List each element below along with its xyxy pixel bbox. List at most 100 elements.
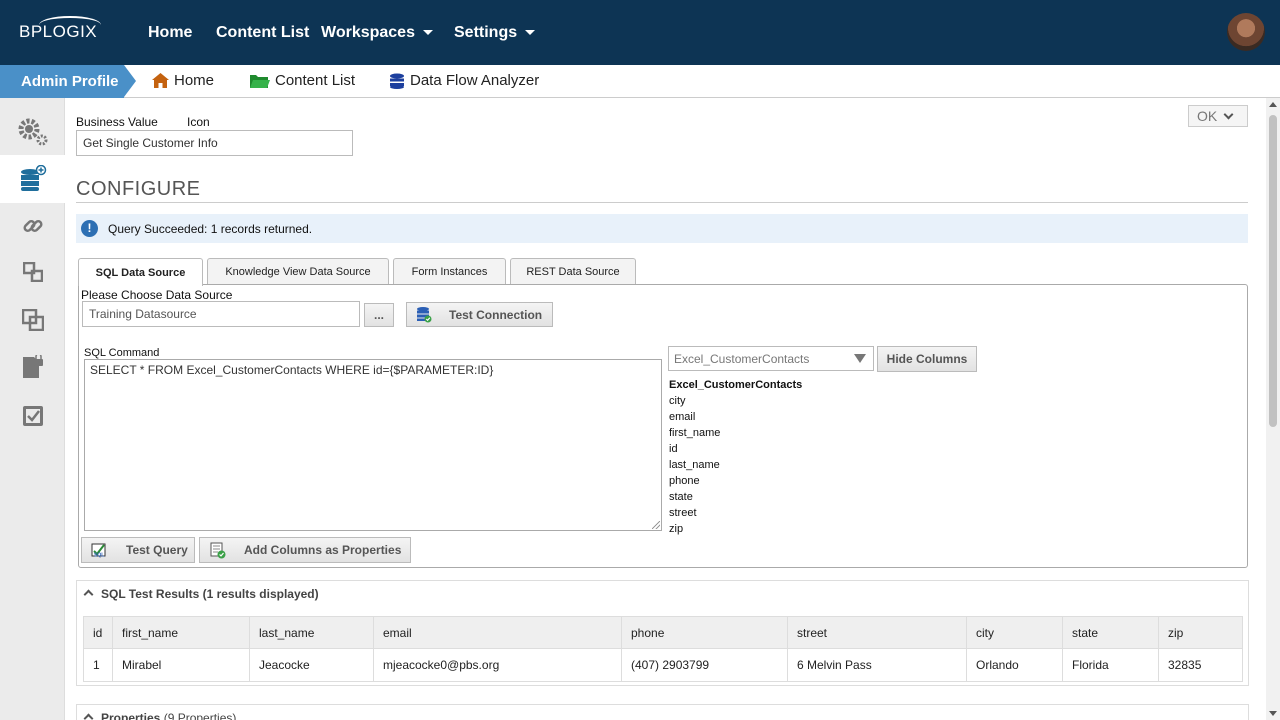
list-item: id bbox=[669, 443, 678, 455]
table-cell: Jeacocke bbox=[249, 648, 374, 682]
alert-text: Query Succeeded: 1 records returned. bbox=[108, 221, 313, 236]
column-header[interactable]: city bbox=[966, 616, 1063, 649]
section-title: CONFIGURE bbox=[76, 178, 201, 200]
table-select[interactable]: Excel_CustomerContacts bbox=[668, 346, 874, 371]
business-value-label: Business Value bbox=[76, 115, 158, 129]
nav-home[interactable]: Home bbox=[148, 24, 192, 42]
column-header[interactable]: first_name bbox=[112, 616, 250, 649]
copy-icon bbox=[21, 309, 44, 331]
sidebar-item-settings[interactable] bbox=[0, 108, 65, 156]
tab-form-instances[interactable]: Form Instances bbox=[393, 258, 506, 285]
sidebar-item-links[interactable] bbox=[0, 202, 65, 250]
chevron-down-icon bbox=[1223, 109, 1234, 120]
divider bbox=[76, 202, 1248, 203]
properties-title[interactable]: Properties (9 Properties) bbox=[101, 711, 236, 720]
list-item: state bbox=[669, 491, 693, 503]
bplogix-logo[interactable]: BPLOGIX bbox=[19, 16, 101, 42]
tab-rest-data-source[interactable]: REST Data Source bbox=[510, 258, 636, 285]
properties-panel: Properties (9 Properties) bbox=[76, 704, 1249, 720]
breadcrumb-data-flow-analyzer[interactable]: Data Flow Analyzer bbox=[389, 72, 539, 89]
chevron-down-icon bbox=[525, 30, 536, 36]
tab-knowledge-view-data-source[interactable]: Knowledge View Data Source bbox=[207, 258, 389, 285]
column-list: Excel_CustomerContacts city email first_… bbox=[669, 377, 802, 537]
datasource-input[interactable]: Training Datasource bbox=[82, 301, 360, 327]
user-avatar[interactable] bbox=[1227, 13, 1265, 51]
scrollbar-thumb[interactable] bbox=[1269, 115, 1277, 427]
info-icon: ! bbox=[81, 220, 98, 237]
test-connection-button[interactable]: Test Connection bbox=[406, 302, 553, 327]
business-value-input[interactable]: Get Single Customer Info bbox=[76, 130, 353, 156]
table-header-row: id first_name last_name email phone stre… bbox=[83, 616, 1243, 649]
table-cell: mjeacocke0@pbs.org bbox=[373, 648, 622, 682]
list-item: email bbox=[669, 411, 696, 423]
vertical-scrollbar[interactable] bbox=[1266, 98, 1280, 720]
test-query-button[interactable]: SQL Test Query bbox=[81, 537, 195, 563]
folder-icon bbox=[250, 75, 270, 88]
resize-handle-icon[interactable] bbox=[652, 521, 660, 529]
table-cell: 1 bbox=[83, 648, 113, 682]
column-list-header: Excel_CustomerContacts bbox=[669, 379, 803, 391]
locked-file-icon bbox=[22, 355, 43, 378]
status-alert: ! Query Succeeded: 1 records returned. bbox=[76, 214, 1248, 243]
list-item: first_name bbox=[669, 427, 721, 439]
flow-icon bbox=[22, 262, 43, 282]
chevron-up-icon[interactable] bbox=[83, 713, 94, 720]
sidebar-item-data-source[interactable] bbox=[0, 155, 65, 203]
results-table: id first_name last_name email phone stre… bbox=[83, 616, 1243, 682]
breadcrumb: Admin Profile Home Content List Data Flo… bbox=[0, 65, 1280, 98]
top-navbar: BPLOGIX Home Content List Workspaces Set… bbox=[0, 0, 1280, 65]
database-icon bbox=[390, 73, 404, 89]
ok-button[interactable]: OK bbox=[1188, 105, 1248, 127]
column-header[interactable]: state bbox=[1062, 616, 1159, 649]
column-header[interactable]: phone bbox=[621, 616, 788, 649]
results-title[interactable]: SQL Test Results (1 results displayed) bbox=[101, 587, 319, 601]
tab-sql-data-source[interactable]: SQL Data Source bbox=[78, 258, 203, 286]
nav-settings[interactable]: Settings bbox=[454, 24, 536, 42]
sidebar-item-checklist[interactable] bbox=[0, 392, 65, 440]
sidebar-item-locked[interactable] bbox=[0, 343, 65, 391]
sidebar-item-copy[interactable] bbox=[0, 296, 65, 344]
sql-command-textarea[interactable]: SELECT * FROM Excel_CustomerContacts WHE… bbox=[84, 359, 662, 531]
column-header[interactable]: email bbox=[373, 616, 622, 649]
link-icon bbox=[22, 219, 43, 233]
chevron-down-icon bbox=[854, 354, 866, 363]
column-header[interactable]: id bbox=[83, 616, 113, 649]
table-cell: 32835 bbox=[1158, 648, 1243, 682]
database-check-icon bbox=[417, 307, 432, 323]
chevron-down-icon bbox=[422, 30, 433, 36]
table-cell: Mirabel bbox=[112, 648, 250, 682]
table-cell: 6 Melvin Pass bbox=[787, 648, 967, 682]
checklist-icon bbox=[22, 406, 43, 426]
sql-command-label: SQL Command bbox=[84, 347, 160, 359]
list-item: phone bbox=[669, 475, 700, 487]
column-header[interactable]: zip bbox=[1158, 616, 1243, 649]
column-header[interactable]: street bbox=[787, 616, 967, 649]
list-item: city bbox=[669, 395, 686, 407]
sql-test-results-panel: SQL Test Results (1 results displayed) i… bbox=[76, 580, 1249, 686]
main-content: Business Value Icon Get Single Customer … bbox=[66, 98, 1264, 720]
list-item: zip bbox=[669, 523, 684, 535]
add-properties-icon bbox=[210, 542, 226, 558]
sql-command-text: SELECT * FROM Excel_CustomerContacts WHE… bbox=[90, 363, 494, 377]
column-header[interactable]: last_name bbox=[249, 616, 374, 649]
gears-icon bbox=[18, 118, 47, 146]
breadcrumb-home[interactable]: Home bbox=[152, 72, 214, 89]
house-icon bbox=[152, 73, 169, 88]
breadcrumb-admin-profile[interactable]: Admin Profile bbox=[0, 65, 136, 98]
datasource-label: Please Choose Data Source bbox=[81, 288, 233, 302]
sql-data-source-panel: Please Choose Data Source Training Datas… bbox=[78, 284, 1248, 568]
nav-content-list[interactable]: Content List bbox=[216, 24, 309, 42]
left-sidebar bbox=[0, 98, 65, 720]
list-item: street bbox=[669, 507, 697, 519]
browse-datasource-button[interactable]: ... bbox=[364, 303, 394, 327]
nav-workspaces[interactable]: Workspaces bbox=[321, 24, 433, 42]
add-columns-as-properties-button[interactable]: Add Columns as Properties bbox=[199, 537, 411, 563]
table-cell: (407) 2903799 bbox=[621, 648, 788, 682]
chevron-up-icon[interactable] bbox=[83, 589, 94, 600]
sidebar-item-flow[interactable] bbox=[0, 248, 65, 296]
scroll-up-icon[interactable] bbox=[1269, 102, 1277, 107]
hide-columns-button[interactable]: Hide Columns bbox=[877, 346, 977, 372]
breadcrumb-content-list[interactable]: Content List bbox=[250, 72, 355, 89]
table-cell: Orlando bbox=[966, 648, 1063, 682]
scroll-down-icon[interactable] bbox=[1269, 711, 1277, 716]
